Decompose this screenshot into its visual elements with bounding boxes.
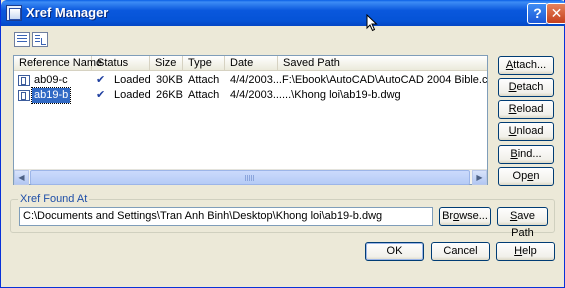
xref-file-icon (18, 75, 30, 86)
xref-file-icon (18, 90, 30, 101)
size-value: 26KB (156, 89, 183, 101)
xref-list[interactable]: Reference Name Status Size Type Date Sav… (13, 55, 488, 185)
xref-manager-dialog: Xref Manager ? ✕ Reference Name Status S… (0, 0, 565, 288)
help-title-button[interactable]: ? (527, 3, 548, 24)
close-icon: ✕ (550, 5, 563, 21)
save-path-button[interactable]: Save Path (497, 207, 548, 239)
mouse-cursor-icon (366, 14, 378, 32)
column-header-reference-name[interactable]: Reference Name (14, 56, 102, 71)
ok-button[interactable]: OK (365, 242, 424, 261)
browse-label-post: wse... (459, 210, 488, 222)
app-icon (6, 5, 22, 21)
title-bar[interactable]: Xref Manager ? ✕ (1, 0, 565, 26)
detach-button[interactable]: Detach (498, 78, 554, 97)
browse-label-pre: Br (442, 210, 454, 222)
column-header-date[interactable]: Date (225, 56, 278, 71)
reference-name: ab19-b (30, 87, 72, 104)
found-path-field[interactable]: C:\Documents and Settings\Tran Anh Binh\… (19, 207, 433, 226)
detach-label-key: D (508, 81, 517, 93)
open-label-post: n (533, 170, 540, 182)
browse-button[interactable]: Browse... (439, 207, 491, 226)
table-row[interactable]: ab19-b ✔ Loaded 26KB Attach 4/4/2003... … (14, 87, 487, 104)
reference-name: ab09-c (34, 74, 68, 86)
detach-label-post: etach (516, 81, 544, 93)
scroll-thumb[interactable] (30, 170, 470, 185)
help-button[interactable]: Help (496, 242, 555, 261)
window-title: Xref Manager (26, 5, 109, 20)
horizontal-scrollbar[interactable]: ◀ ▶ (14, 169, 487, 185)
tree-view-icon[interactable] (32, 32, 48, 47)
checkmark-icon: ✔ (96, 89, 106, 101)
saved-path-value: ...\Khong loi\ab19-b.dwg (282, 89, 401, 101)
list-view-icon[interactable] (14, 32, 30, 47)
table-row[interactable]: ab09-c ✔ Loaded 30KB Attach 4/4/2003... … (14, 73, 487, 88)
attach-label-post: ttach... (513, 59, 547, 71)
reload-button[interactable]: Reload (498, 100, 554, 119)
help-label-key: H (514, 245, 523, 257)
reload-label-key: R (508, 103, 517, 115)
checkmark-icon: ✔ (96, 74, 106, 86)
bind-label-key: B (510, 148, 518, 160)
date-value: 4/4/2003... (230, 89, 282, 101)
date-value: 4/4/2003... (230, 74, 282, 86)
size-value: 30KB (156, 74, 183, 86)
scroll-left-icon[interactable]: ◀ (14, 170, 29, 185)
status-value: Loaded (114, 89, 151, 101)
grip-icon (245, 175, 254, 181)
bind-label-post: ind... (517, 148, 542, 160)
saved-path-value: F:\Ebook\AutoCAD\AutoCAD 2004 Bible.comp… (282, 74, 487, 86)
scroll-right-icon[interactable]: ▶ (472, 170, 487, 185)
column-header-saved-path[interactable]: Saved Path (278, 56, 487, 71)
open-label-pre: Op (512, 170, 528, 182)
unload-label-post: nload (516, 125, 544, 137)
column-header-type[interactable]: Type (183, 56, 225, 71)
unload-label-key: U (508, 125, 517, 137)
close-button[interactable]: ✕ (546, 3, 565, 24)
help-label-post: elp (522, 245, 537, 257)
bind-button[interactable]: Bind... (498, 145, 554, 164)
status-value: Loaded (114, 74, 151, 86)
unload-button[interactable]: Unload (498, 122, 554, 141)
column-header-status[interactable]: Status (92, 56, 150, 71)
open-button[interactable]: Open (498, 167, 554, 186)
xref-found-label: Xref Found At (18, 193, 90, 205)
column-header-size[interactable]: Size (150, 56, 183, 71)
reload-label-post: eload (516, 103, 544, 115)
question-mark-icon: ? (533, 5, 542, 21)
attach-button[interactable]: Attach... (498, 56, 554, 75)
cancel-button[interactable]: Cancel (431, 242, 490, 261)
type-value: Attach (188, 74, 220, 86)
type-value: Attach (188, 89, 220, 101)
list-header: Reference Name Status Size Type Date Sav… (14, 56, 487, 71)
